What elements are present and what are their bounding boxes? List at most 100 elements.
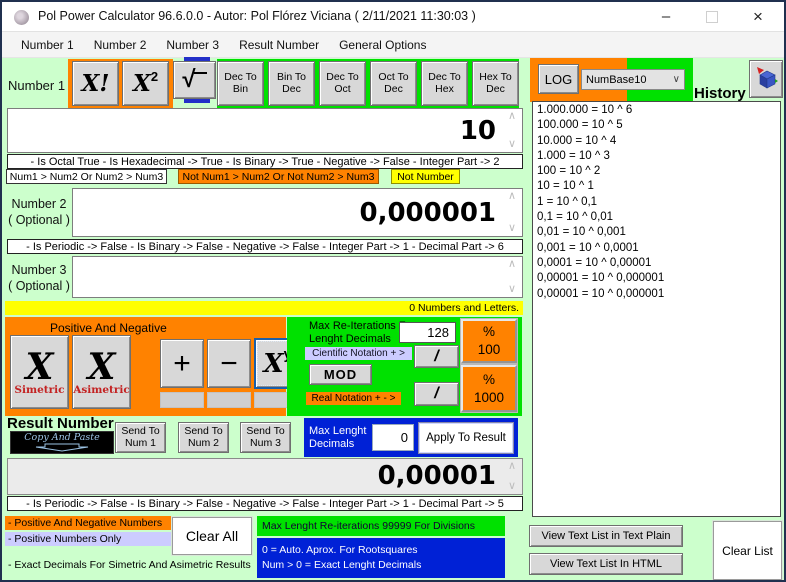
oct-to-dec-button[interactable]: Oct To Dec: [370, 61, 417, 106]
spinner-up-icon: ∧: [508, 462, 516, 471]
history-item: 10 = 10 ^ 1: [537, 179, 776, 194]
history-item: 100 = 10 ^ 2: [537, 164, 776, 179]
sqrt-icon: √: [182, 66, 195, 94]
percent-1000-button[interactable]: % 1000: [461, 365, 517, 412]
sqrt-overbar: [194, 72, 207, 74]
menu-number1[interactable]: Number 1: [14, 35, 81, 55]
percent-100-bottom: 100: [478, 341, 501, 359]
number3-spinner[interactable]: ∧ ∨: [505, 257, 519, 297]
menu-bar: Number 1 Number 2 Number 3 Result Number…: [2, 32, 784, 58]
spinner-down-icon: ∨: [508, 285, 516, 294]
numbase-selected-value: NumBase10: [586, 74, 647, 86]
number3-input[interactable]: [73, 257, 522, 297]
asimetric-button[interactable]: X Asimetric: [72, 335, 131, 409]
log-button[interactable]: LOG: [538, 64, 579, 94]
numbase-dropdown[interactable]: NumBase10 ∨: [581, 69, 685, 90]
history-item: 0,001 = 10 ^ 0,0001: [537, 241, 776, 256]
spinner-down-icon: ∨: [508, 140, 516, 149]
copy-and-paste-button[interactable]: Copy And Paste: [10, 431, 114, 454]
dec-to-oct-button[interactable]: Dec To Oct: [319, 61, 366, 106]
real-notation-label[interactable]: Real Notation + - >: [306, 392, 401, 405]
dec-to-hex-button[interactable]: Dec To Hex: [421, 61, 468, 106]
result-field: 0,00001 ∧ ∨: [7, 458, 523, 495]
history-item: 0,00001 = 10 ^ 0,000001: [537, 287, 776, 302]
number3-label: Number 3 ( Optional ): [6, 262, 72, 295]
cientific-notation-label[interactable]: Cientific Notation + >: [305, 347, 412, 360]
number1-input[interactable]: [8, 109, 522, 152]
number2-input[interactable]: [73, 189, 522, 236]
comparison-label-yellow: Not Number: [391, 169, 460, 184]
spinner-up-icon: ∧: [508, 260, 516, 269]
window-title: Pol Power Calculator 96.6.0.0 - Autor: P…: [38, 9, 476, 23]
menu-general-options[interactable]: General Options: [332, 35, 433, 55]
history-item: 0,1 = 10 ^ 0,01: [537, 210, 776, 225]
divide-button-2[interactable]: /: [414, 382, 459, 406]
close-icon: ×: [753, 7, 763, 27]
result-spinner[interactable]: ∧ ∨: [505, 459, 519, 494]
divide-button-1[interactable]: /: [414, 345, 459, 368]
history-item: 10.000 = 10 ^ 4: [537, 134, 776, 149]
comparison-label-white: Num1 > Num2 Or Num2 > Num3: [6, 169, 167, 184]
copy-paste-arrow-icon: [33, 443, 91, 452]
app-icon: [14, 10, 29, 25]
number2-spinner[interactable]: ∧ ∨: [505, 189, 519, 236]
square-sup: 2: [151, 69, 158, 84]
max-lenght-label-line1: Max Lenght: [309, 425, 367, 438]
menu-number3[interactable]: Number 3: [159, 35, 226, 55]
number3-field: ∧ ∨: [72, 256, 523, 298]
bin-to-dec-button[interactable]: Bin To Dec: [268, 61, 315, 106]
number2-field: ∧ ∨: [72, 188, 523, 237]
cube-tool-button[interactable]: [749, 60, 783, 98]
send-to-num1-button[interactable]: Send To Num 1: [115, 422, 166, 453]
number2-status: - Is Periodic -> False - Is Binary -> Fa…: [7, 239, 523, 254]
number1-status: - Is Octal True - Is Hexadecimal -> True…: [7, 154, 523, 169]
apply-to-result-button[interactable]: Apply To Result: [419, 423, 513, 453]
menu-number2[interactable]: Number 2: [87, 35, 154, 55]
dec-to-bin-button[interactable]: Dec To Bin: [217, 61, 264, 106]
legend-positive-negative: - Positive And Negative Numbers: [5, 516, 171, 530]
factorial-button[interactable]: X!: [72, 61, 119, 106]
percent-1000-bottom: 1000: [474, 389, 504, 407]
hex-to-dec-button[interactable]: Hex To Dec: [472, 61, 519, 106]
conversion-buttons-group: Dec To Bin Bin To Dec Dec To Oct Oct To …: [217, 59, 519, 108]
divisions-info-bar: Max Lenght Re-iterations 99999 For Divis…: [257, 516, 505, 536]
number1-label: Number 1: [8, 78, 65, 93]
percent-100-button[interactable]: % 100: [461, 319, 517, 363]
title-bar: Pol Power Calculator 96.6.0.0 - Autor: P…: [2, 2, 784, 32]
clear-list-button[interactable]: Clear List: [713, 521, 782, 580]
view-text-list-plain-button[interactable]: View Text List in Text Plain: [529, 525, 683, 547]
number3-label-line2: ( Optional ): [6, 278, 72, 294]
square-button[interactable]: X2: [122, 61, 169, 106]
history-item: 1.000.000 = 10 ^ 6: [537, 103, 776, 118]
reiterations-input[interactable]: [400, 323, 455, 342]
sqrt-accent-bottom: [184, 99, 210, 103]
number1-spinner[interactable]: ∧ ∨: [505, 109, 519, 152]
copy-and-paste-label: Copy And Paste: [24, 433, 99, 443]
sqrt-button[interactable]: √: [173, 61, 216, 99]
history-item: 0,0001 = 10 ^ 0,00001: [537, 256, 776, 271]
plus-button[interactable]: +: [160, 339, 204, 388]
asimetric-x-glyph: X: [88, 350, 116, 384]
view-text-list-html-button[interactable]: View Text List In HTML: [529, 553, 683, 575]
sub-stub-2: [207, 392, 251, 408]
history-list[interactable]: 1.000.000 = 10 ^ 6 100.000 = 10 ^ 5 10.0…: [532, 101, 781, 517]
history-item: 1 = 10 ^ 0,1: [537, 195, 776, 210]
max-lenght-input[interactable]: [373, 425, 413, 450]
max-lenght-label-line2: Decimals: [309, 438, 367, 451]
comparison-label-orange: Not Num1 > Num2 Or Not Num2 > Num3: [178, 169, 379, 184]
maximize-button[interactable]: [696, 5, 728, 28]
minus-button[interactable]: −: [207, 339, 251, 388]
clear-all-button[interactable]: Clear All: [172, 517, 252, 555]
percent-100-top: %: [483, 323, 495, 341]
simetric-button[interactable]: X Simetric: [10, 335, 69, 409]
send-to-num2-button[interactable]: Send To Num 2: [178, 422, 229, 453]
mod-button[interactable]: MOD: [309, 364, 372, 385]
close-button[interactable]: ×: [742, 5, 774, 28]
spinner-up-icon: ∧: [508, 192, 516, 201]
menu-result-number[interactable]: Result Number: [232, 35, 326, 55]
number2-label: Number 2 ( Optional ): [6, 196, 72, 229]
result-value: 0,00001: [378, 461, 496, 491]
minimize-button[interactable]: –: [650, 5, 682, 28]
cube-3d-icon: [754, 66, 778, 92]
send-to-num3-button[interactable]: Send To Num 3: [240, 422, 291, 453]
